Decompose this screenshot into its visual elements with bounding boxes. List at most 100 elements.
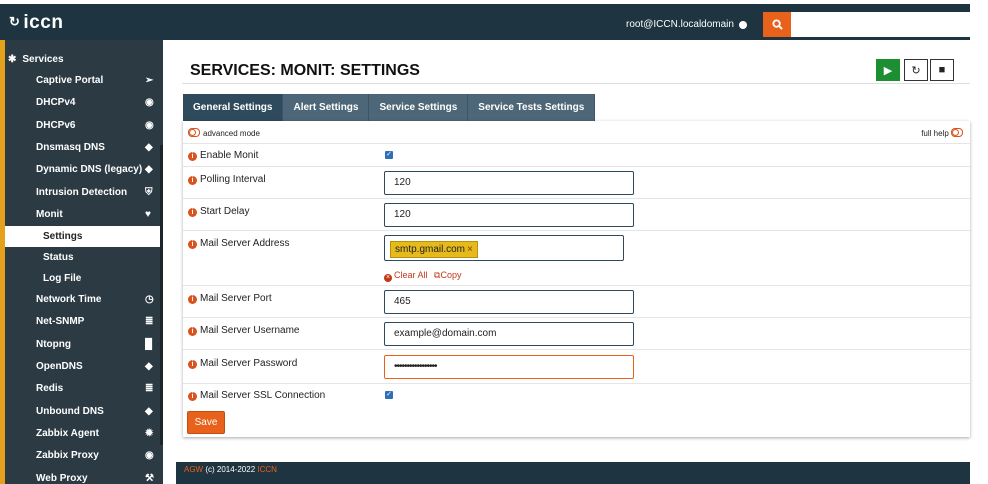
chip-label: smtp.gmail.com (395, 244, 466, 255)
restart-service-button[interactable]: ↻ (904, 59, 928, 81)
sidebar-section-services[interactable]: ✱ Services (8, 54, 64, 65)
sidebar-item-monit[interactable]: Monit ♥ (5, 204, 163, 226)
sidebar-item-dhcpv6[interactable]: DHCPv6 ◉ (5, 115, 163, 137)
stop-service-button[interactable]: ■ (930, 59, 954, 81)
info-icon[interactable]: i (188, 360, 197, 369)
database-icon: ≣ (145, 316, 154, 328)
info-icon[interactable]: i (188, 208, 197, 217)
info-icon[interactable]: i (188, 152, 197, 161)
tab-service-settings[interactable]: Service Settings (369, 94, 469, 121)
database-icon: ≣ (145, 383, 154, 395)
sidebar-item-label: Redis (36, 383, 64, 395)
sidebar-item-label: Net-SNMP (36, 316, 85, 328)
info-icon[interactable]: i (188, 392, 197, 401)
sidebar-item-label: Ntopng (36, 338, 71, 350)
mail-server-ssl-label: Mail Server SSL Connection (200, 390, 326, 401)
sidebar-item-settings[interactable]: Settings (5, 226, 163, 248)
info-icon[interactable]: i (188, 295, 197, 304)
full-help-label: full help (921, 129, 949, 138)
sidebar-item-web-proxy[interactable]: Web Proxy ⚒ (5, 468, 163, 484)
status-dot-icon[interactable] (739, 21, 747, 29)
sidebar-item-redis[interactable]: Redis ≣ (5, 378, 163, 400)
mail-server-password-input[interactable]: ••••••••••••••••• (384, 355, 634, 379)
sidebar-item-label: Web Proxy (36, 472, 88, 484)
sidebar-item-zabbix-proxy[interactable]: Zabbix Proxy ◉ (5, 445, 163, 467)
token-actions: × Clear All ⧉Copy (384, 270, 461, 282)
page-title: SERVICES: MONIT: SETTINGS (190, 62, 420, 79)
mail-server-port-row: i Mail Server Port 465 (183, 285, 970, 318)
info-icon[interactable]: i (188, 176, 197, 185)
copy-link[interactable]: ⧉Copy (434, 270, 461, 280)
sidebar-item-label: Settings (43, 231, 83, 243)
sidebar-item-label: Zabbix Agent (36, 427, 99, 439)
advanced-mode-toggle[interactable]: advanced mode (188, 128, 260, 138)
search-button[interactable] (763, 12, 791, 37)
sidebar-item-zabbix-agent[interactable]: Zabbix Agent ✹ (5, 423, 163, 445)
enable-monit-checkbox[interactable]: ✓ (385, 151, 393, 159)
search-icon (771, 19, 783, 30)
app-logo[interactable]: ↻ iccn (9, 12, 63, 34)
shield-icon: ⛨ (145, 186, 153, 198)
sidebar-item-intrusion-detection[interactable]: Intrusion Detection ⛨ (5, 182, 163, 204)
mail-server-port-input[interactable]: 465 (384, 290, 634, 314)
tab-alert-settings[interactable]: Alert Settings (283, 94, 370, 121)
enable-monit-row: i Enable Monit ✓ (183, 143, 970, 167)
mail-server-address-label: Mail Server Address (200, 238, 290, 249)
mail-server-username-label: Mail Server Username (200, 325, 300, 336)
mail-server-username-input[interactable]: example@domain.com (384, 322, 634, 346)
polling-interval-input[interactable]: 120 (384, 171, 634, 195)
footer: AGW (c) 2014-2022 ICCN (176, 462, 970, 484)
sidebar-item-captive-portal[interactable]: Captive Portal ➢ (5, 70, 163, 92)
sidebar-item-status[interactable]: Status (5, 247, 163, 268)
toggle-off-icon (951, 128, 963, 137)
mail-server-username-row: i Mail Server Username example@domain.com (183, 317, 970, 350)
footer-prefix[interactable]: AGW (184, 465, 203, 474)
sidebar-item-label: Network Time (36, 294, 102, 306)
sidebar-item-label: DHCPv4 (36, 97, 76, 109)
play-icon: ▶ (883, 64, 893, 77)
full-help-toggle[interactable]: full help (921, 128, 966, 138)
sidebar-item-dynamic-dns-legacy[interactable]: Dynamic DNS (legacy) ◆ (5, 159, 163, 181)
search-input[interactable] (791, 12, 970, 37)
mail-server-ssl-checkbox[interactable]: ✓ (385, 391, 393, 399)
tab-service-tests-settings[interactable]: Service Tests Settings (468, 94, 596, 121)
info-icon[interactable]: i (188, 327, 197, 336)
footer-brand-link[interactable]: ICCN (257, 465, 277, 474)
polling-interval-label: Polling Interval (200, 174, 266, 185)
sidebar-item-dnsmasq-dns[interactable]: Dnsmasq DNS ◆ (5, 137, 163, 159)
sidebar-item-label: Monit (36, 208, 63, 220)
mail-server-address-tokens[interactable]: smtp.gmail.com × (384, 235, 624, 261)
bullseye-icon: ◉ (145, 119, 154, 131)
tag-icon: ◆ (145, 164, 153, 176)
sidebar-item-network-time[interactable]: Network Time ◷ (5, 289, 163, 311)
enable-monit-label: Enable Monit (200, 150, 259, 161)
toggle-off-icon (188, 128, 200, 137)
current-user[interactable]: root@ICCN.localdomain (626, 19, 734, 30)
logo-text: iccn (23, 12, 64, 33)
wrench-icon: ⚒ (145, 472, 154, 484)
sidebar-item-unbound-dns[interactable]: Unbound DNS ◆ (5, 401, 163, 423)
settings-tabs: General Settings Alert Settings Service … (183, 94, 596, 121)
sidebar-item-ntopng[interactable]: Ntopng █ (5, 334, 163, 356)
advanced-mode-row: advanced mode full help (183, 121, 970, 144)
sidebar-scrollbar[interactable] (160, 145, 163, 445)
remove-chip-icon[interactable]: × (467, 244, 473, 255)
sidebar-item-label: Captive Portal (36, 75, 104, 86)
start-service-button[interactable]: ▶ (876, 59, 900, 81)
start-delay-label: Start Delay (200, 206, 250, 217)
sidebar-item-net-snmp[interactable]: Net-SNMP ≣ (5, 311, 163, 333)
mail-server-address-chip[interactable]: smtp.gmail.com × (390, 241, 478, 258)
info-icon[interactable]: i (188, 240, 197, 249)
sidebar-item-log-file[interactable]: Log File (5, 268, 163, 289)
tab-general-settings[interactable]: General Settings (183, 94, 284, 121)
clear-all-link[interactable]: × Clear All (384, 270, 428, 282)
advanced-mode-label: advanced mode (203, 129, 260, 138)
start-delay-input[interactable]: 120 (384, 203, 634, 227)
eye-icon: ◉ (145, 450, 154, 462)
mail-server-port-label: Mail Server Port (200, 293, 272, 304)
save-button[interactable]: Save (187, 411, 225, 434)
sidebar-item-dhcpv4[interactable]: DHCPv4 ◉ (5, 92, 163, 114)
times-circle-icon: × (384, 274, 392, 282)
top-navbar: ↻ iccn root@ICCN.localdomain (0, 4, 970, 40)
sidebar-item-opendns[interactable]: OpenDNS ◆ (5, 356, 163, 378)
